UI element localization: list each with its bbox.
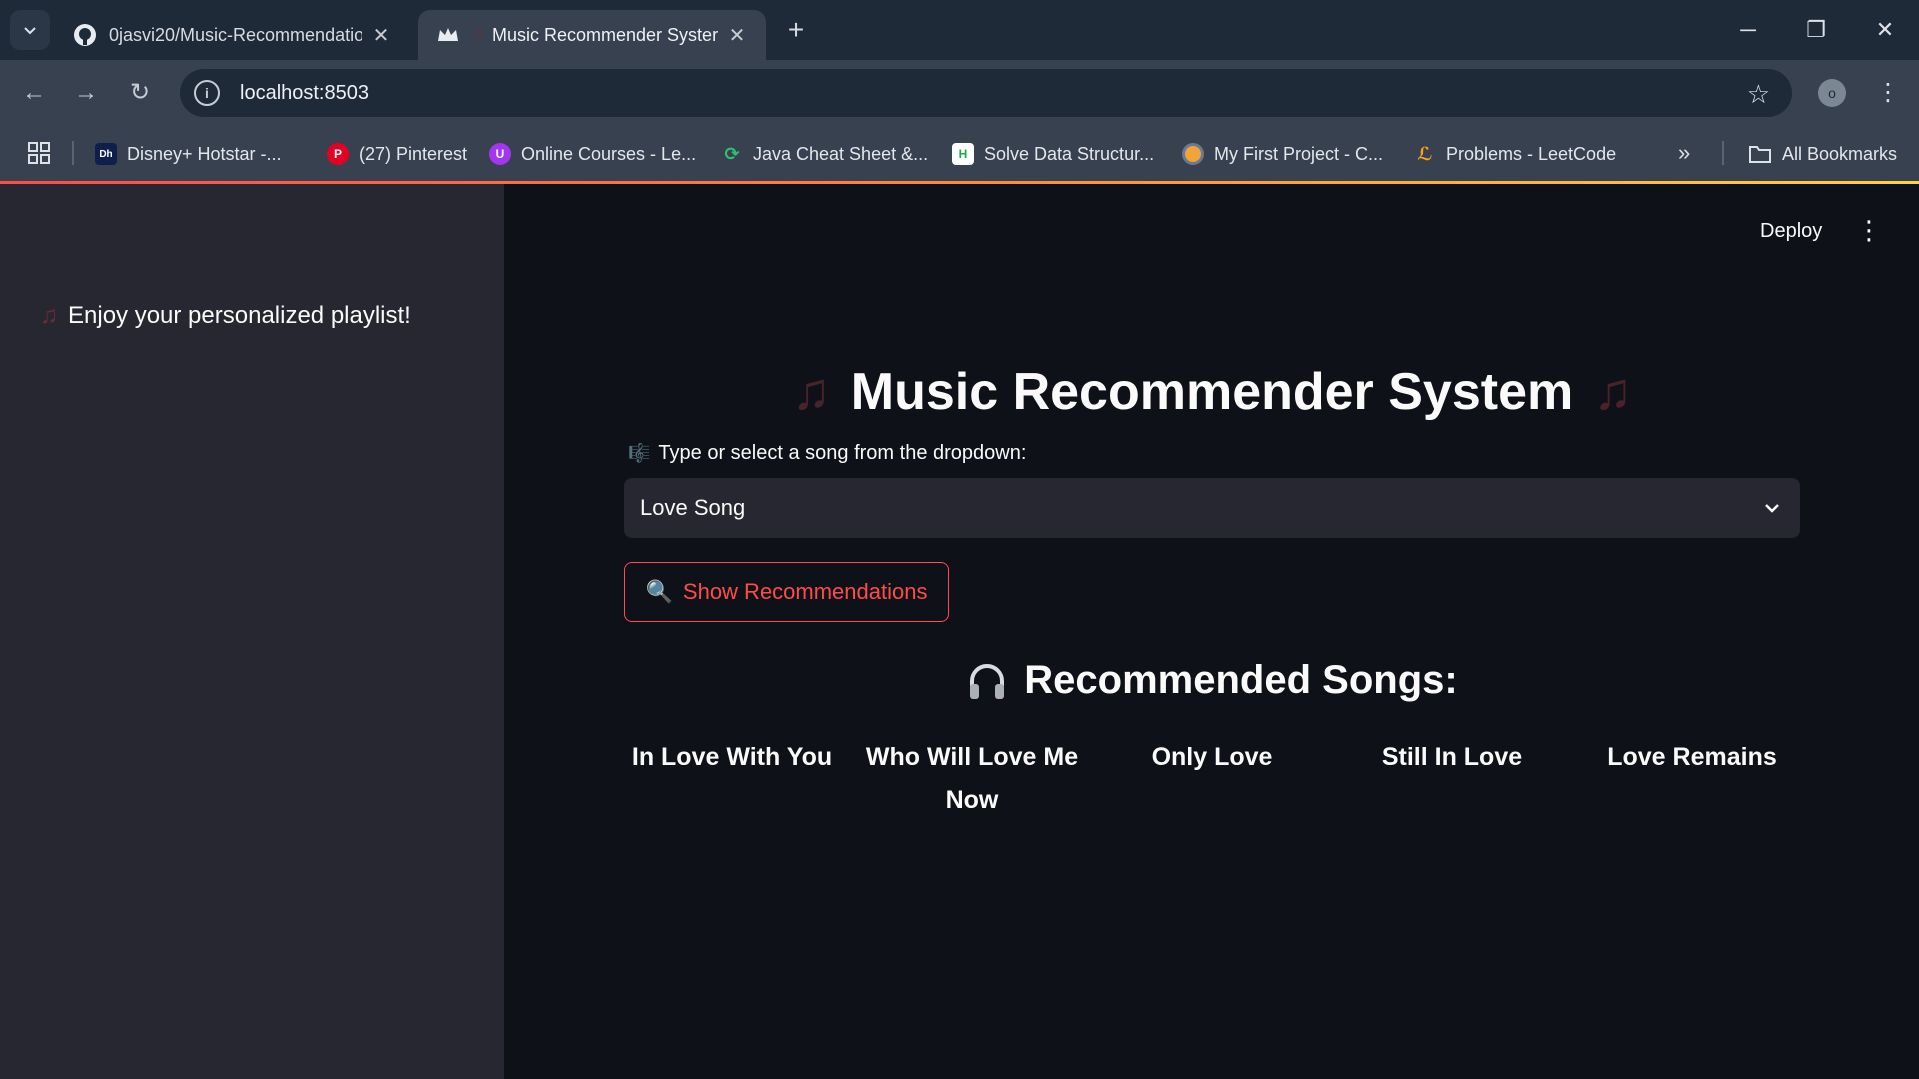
back-button[interactable]: ←	[18, 77, 50, 109]
bookmark-label: (27) Pinterest	[359, 143, 468, 164]
recommended-song: Love Remains	[1607, 743, 1777, 771]
show-recommendations-label: Show Recommendations	[682, 579, 928, 604]
show-recommendations-button[interactable]: 🔍 Show Recommendations	[624, 562, 949, 622]
bookmark-pinterest[interactable]: P (27) Pinterest	[327, 140, 467, 168]
udemy-icon: U	[489, 143, 511, 165]
recommended-songs: In Love With You Who Will Love Me Now On…	[624, 736, 1800, 822]
music-notes-icon: ♫	[791, 363, 831, 421]
main-content: Deploy ⋮ ♫ Music Recommender System ♫ 🎼 …	[504, 184, 1919, 1079]
browser-toolbar: ← → ↻ i localhost:8503 ☆ o ⋮	[0, 60, 1919, 126]
magnifier-icon: 🔍	[645, 579, 673, 604]
info-icon[interactable]: i	[194, 80, 220, 106]
bookmarks-bar: Dh Disney+ Hotstar -... P (27) Pinterest…	[0, 126, 1919, 182]
bookmark-hotstar[interactable]: Dh Disney+ Hotstar -...	[95, 140, 282, 168]
bookmark-project[interactable]: My First Project - C...	[1182, 140, 1383, 168]
recommended-heading-text: Recommended Songs:	[1024, 658, 1458, 702]
forward-button[interactable]: →	[70, 77, 102, 109]
tab-search-button[interactable]	[10, 10, 50, 50]
sidebar: ♫ Enjoy your personalized playlist!	[0, 184, 504, 1079]
close-window-button[interactable]: ✕	[1865, 12, 1905, 48]
hotstar-icon: Dh	[95, 143, 117, 165]
song-selectbox[interactable]: Love Song	[624, 478, 1800, 538]
main-menu-icon[interactable]: ⋮	[1856, 214, 1882, 246]
url-text[interactable]: localhost:8503	[240, 82, 369, 105]
selected-song[interactable]: Love Song	[640, 495, 1760, 521]
browser-tab-strip: 0jasvi20/Music-Recommendatio ✕ ♫ Music R…	[0, 0, 1919, 60]
javacheat-icon: ⟳	[724, 143, 740, 164]
folder-icon	[1749, 146, 1771, 163]
browser-menu-icon[interactable]: ⋮	[1876, 76, 1900, 110]
bookmark-leetcode[interactable]: ℒ Problems - LeetCode	[1414, 140, 1616, 168]
streamlit-crown-icon	[436, 23, 460, 47]
song-select-label: 🎼 Type or select a song from the dropdow…	[628, 442, 1026, 465]
all-bookmarks-button[interactable]: All Bookmarks	[1748, 140, 1897, 168]
music-score-icon: 🎼	[628, 443, 651, 463]
tab-github[interactable]: 0jasvi20/Music-Recommendatio ✕	[55, 10, 410, 60]
apps-grid-icon[interactable]	[26, 140, 52, 166]
restore-button[interactable]: ❐	[1796, 12, 1836, 48]
all-bookmarks-label: All Bookmarks	[1782, 143, 1898, 164]
reload-button[interactable]: ↻	[124, 77, 156, 109]
chevron-down-icon[interactable]	[1760, 496, 1784, 520]
reload-icon: ↻	[129, 79, 151, 106]
arrow-left-icon: ←	[22, 79, 46, 106]
arrow-right-icon: →	[74, 79, 98, 106]
chevron-down-icon	[24, 27, 36, 35]
page-title-text: Music Recommender System	[850, 363, 1574, 421]
divider	[72, 141, 74, 165]
bookmark-label: Disney+ Hotstar -...	[127, 143, 282, 164]
bookmark-label: Solve Data Structur...	[984, 143, 1155, 164]
close-icon[interactable]: ✕	[726, 23, 748, 48]
recommended-song: Only Love	[1151, 743, 1273, 771]
new-tab-button[interactable]: +	[780, 14, 812, 46]
bookmark-label: Problems - LeetCode	[1446, 143, 1617, 164]
bookmark-label: Java Cheat Sheet &...	[753, 143, 929, 164]
sidebar-message-text: Enjoy your personalized playlist!	[68, 302, 411, 329]
deploy-button[interactable]: Deploy	[1760, 220, 1822, 243]
github-icon	[73, 23, 97, 47]
project-icon	[1182, 143, 1204, 165]
recommended-song: Who Will Love Me Now	[865, 743, 1079, 814]
minimize-button[interactable]: ─	[1728, 12, 1768, 48]
pinterest-icon: P	[327, 143, 349, 165]
bookmark-hackerrank[interactable]: H Solve Data Structur...	[952, 140, 1154, 168]
bookmark-java-cheat[interactable]: ⟳ Java Cheat Sheet &...	[721, 140, 928, 168]
headphones-icon	[970, 663, 1005, 699]
profile-avatar[interactable]: o	[1818, 79, 1846, 107]
bookmark-star-icon[interactable]: ☆	[1747, 79, 1770, 110]
bookmark-label: My First Project - C...	[1214, 143, 1384, 164]
tab-title: 0jasvi20/Music-Recommendatio	[109, 24, 362, 45]
tab-music-recommender[interactable]: ♫ Music Recommender Syster ✕	[418, 10, 766, 60]
bookmark-label: Online Courses - Le...	[521, 143, 697, 164]
recommended-song: Still In Love	[1381, 743, 1523, 771]
divider	[1722, 141, 1724, 165]
sidebar-message: ♫ Enjoy your personalized playlist!	[40, 302, 411, 330]
address-bar[interactable]: i localhost:8503 ☆	[180, 69, 1792, 117]
recommended-heading: Recommended Songs:	[624, 658, 1800, 703]
music-note-icon: ♫	[472, 26, 484, 43]
more-bookmarks-icon[interactable]: »	[1678, 140, 1690, 166]
music-notes-icon: ♫	[40, 302, 58, 329]
music-notes-icon: ♫	[1593, 363, 1633, 421]
close-icon[interactable]: ✕	[370, 23, 392, 48]
leetcode-icon: ℒ	[1417, 143, 1433, 164]
hackerrank-icon: H	[952, 143, 974, 165]
bookmark-udemy[interactable]: U Online Courses - Le...	[489, 140, 696, 168]
song-select-label-text: Type or select a song from the dropdown:	[658, 442, 1027, 464]
recommended-song: In Love With You	[631, 743, 833, 771]
page-title: ♫ Music Recommender System ♫	[624, 362, 1800, 422]
tab-title: Music Recommender Syster	[492, 24, 718, 45]
